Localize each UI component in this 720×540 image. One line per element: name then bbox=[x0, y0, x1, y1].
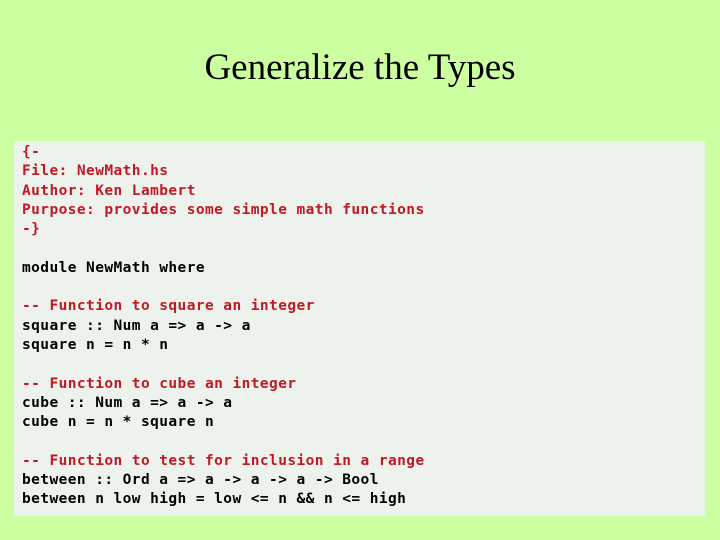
code-line: -- Function to cube an integer bbox=[22, 375, 297, 392]
code-line: File: NewMath.hs bbox=[22, 163, 169, 180]
code-line: -- Function to test for inclusion in a r… bbox=[22, 452, 425, 469]
code-line: module NewMath where bbox=[22, 259, 205, 276]
code-line: square :: Num a => a -> a bbox=[22, 317, 251, 334]
code-line: Purpose: provides some simple math funct… bbox=[22, 201, 425, 218]
code-line: Author: Ken Lambert bbox=[22, 182, 196, 199]
code-listing: {- File: NewMath.hs Author: Ken Lambert Pur… bbox=[22, 143, 425, 510]
code-line: cube :: Num a => a -> a bbox=[22, 394, 233, 411]
code-line: square n = n * n bbox=[22, 336, 169, 353]
code-line: -} bbox=[22, 221, 41, 238]
code-line: -- Function to square an integer bbox=[22, 298, 315, 315]
presentation-slide: Generalize the Types {- File: NewMath.hs A… bbox=[0, 0, 720, 540]
code-line: between n low high = low <= n && n <= hi… bbox=[22, 491, 407, 508]
code-line: cube n = n * square n bbox=[22, 414, 215, 431]
code-content-panel: {- File: NewMath.hs Author: Ken Lambert Pur… bbox=[14, 141, 705, 516]
code-line: {- bbox=[22, 144, 41, 160]
code-line: between :: Ord a => a -> a -> a -> Bool bbox=[22, 472, 379, 489]
page-title: Generalize the Types bbox=[204, 47, 516, 88]
